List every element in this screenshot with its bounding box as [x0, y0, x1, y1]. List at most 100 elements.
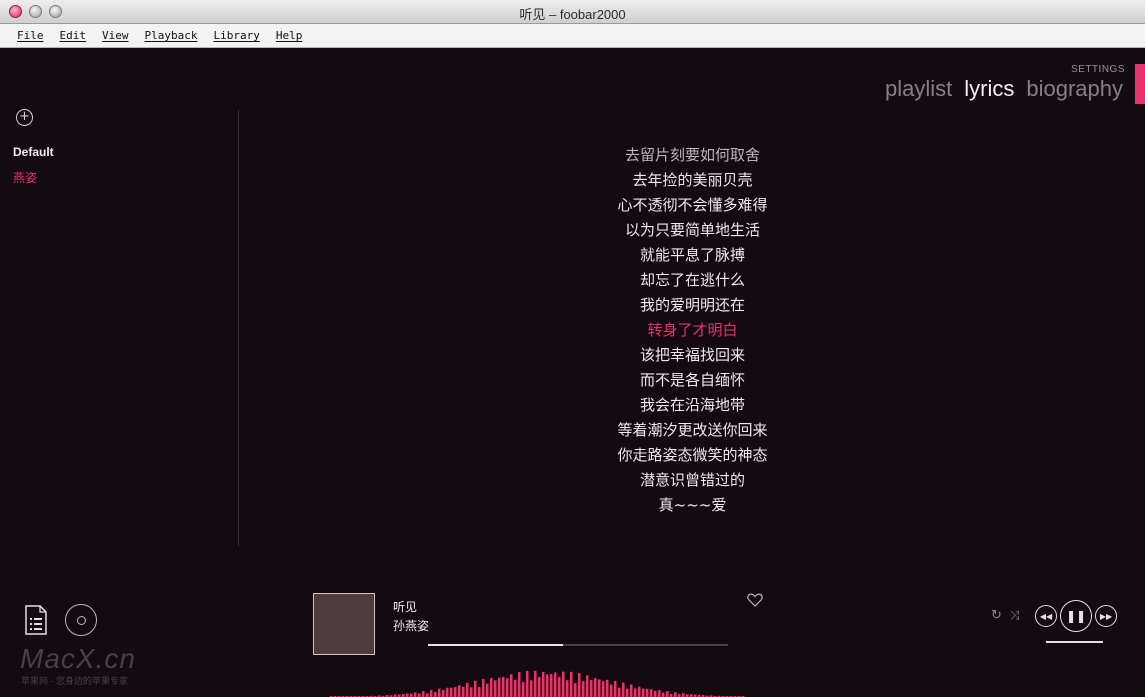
spectrum-bar — [506, 678, 509, 697]
menu-bar: File Edit View Playback Library Help — [0, 24, 1145, 48]
spectrum-bar — [682, 693, 685, 697]
spectrum-bar — [622, 682, 625, 697]
menu-library[interactable]: Library — [213, 29, 259, 42]
repeat-icon[interactable]: ↻ — [991, 608, 1002, 623]
spectrum-bar — [602, 681, 605, 697]
lyric-line: 该把幸福找回来 — [639, 346, 745, 364]
spectrum-bar — [438, 688, 441, 697]
spectrum-bar — [614, 680, 617, 697]
spectrum-bar — [654, 690, 657, 697]
spectrum-bar — [638, 686, 641, 697]
spectrum-bar — [494, 680, 497, 697]
track-artist[interactable]: 孙燕姿 — [393, 617, 429, 634]
spectrum-bar — [570, 671, 573, 697]
spectrum-bar — [554, 672, 557, 697]
previous-button[interactable]: ◀◀ — [1035, 605, 1057, 627]
spectrum-bar — [598, 679, 601, 697]
spectrum-bar — [630, 684, 633, 697]
spectrum-bar — [650, 689, 653, 697]
shuffle-icon[interactable]: ⤨ — [1010, 608, 1020, 623]
add-playlist-button[interactable]: + — [16, 109, 33, 126]
pause-icon: ❚❚ — [1065, 609, 1087, 623]
spectrum-bar — [442, 689, 445, 697]
volume-slider[interactable] — [1046, 641, 1103, 643]
playlist-icon[interactable] — [24, 605, 48, 635]
spectrum-bar — [462, 686, 465, 697]
spectrum-bar — [486, 683, 489, 697]
spectrum-bar — [642, 688, 645, 697]
seek-bar[interactable] — [428, 644, 728, 646]
spectrum-bar — [510, 674, 513, 697]
album-art — [313, 593, 375, 655]
menu-playback[interactable]: Playback — [145, 29, 198, 42]
spectrum-bar — [634, 688, 637, 697]
lyric-line: 潜意识曾错过的 — [639, 471, 745, 489]
menu-view[interactable]: View — [102, 29, 129, 42]
view-tabs: playlist lyrics biography — [885, 76, 1123, 102]
spectrum-bar — [626, 688, 629, 697]
spectrum-bar — [558, 676, 561, 697]
spectrum-bar — [526, 670, 529, 697]
watermark-logo: MacX.cn — [20, 643, 136, 674]
spectrum-bar — [466, 682, 469, 697]
main-area: SETTINGS playlist lyrics biography + Def… — [0, 48, 1145, 697]
menu-edit[interactable]: Edit — [60, 29, 87, 42]
spectrum-bar — [550, 673, 553, 697]
spectrum-bar — [490, 677, 493, 697]
playlist-item-default[interactable]: Default — [13, 145, 54, 159]
spectrum-bar — [474, 680, 477, 697]
spectrum-bar — [426, 693, 429, 697]
lyric-line: 真~~~爱 — [658, 496, 727, 514]
lyric-line: 我会在沿海地带 — [639, 396, 745, 414]
spectrum-bar — [582, 681, 585, 697]
spectrum-bar — [534, 670, 537, 697]
spectrum-bar — [458, 685, 461, 697]
heart-icon[interactable] — [747, 593, 763, 607]
tab-biography[interactable]: biography — [1026, 76, 1123, 102]
lyrics-panel: 去留片刻要如何取舍 去年捡的美丽贝壳 心不透彻不会懂多难得 以为只要简单地生活 就能平息… — [240, 143, 1145, 518]
next-button[interactable]: ▶▶ — [1095, 605, 1117, 627]
spectrum-bar — [502, 677, 505, 697]
accent-bar — [1135, 64, 1145, 104]
lyric-line: 去留片刻要如何取舍 — [624, 146, 760, 164]
plus-circle-icon: + — [19, 109, 30, 124]
disc-icon[interactable] — [65, 604, 97, 636]
lyric-line: 就能平息了脉搏 — [639, 246, 745, 264]
lyric-line: 以为只要简单地生活 — [624, 221, 760, 239]
spectrum-bar — [422, 691, 425, 697]
playlist-item-yanzi[interactable]: 燕姿 — [13, 169, 37, 186]
lyric-line: 你走路姿态微笑的神态 — [617, 446, 768, 464]
lyric-line: 去年捡的美丽贝壳 — [632, 171, 753, 189]
seek-bar-fill — [428, 644, 563, 646]
spectrum-bar — [606, 679, 609, 697]
spectrum-bar — [430, 689, 433, 697]
title-bar: 听见 – foobar2000 — [0, 0, 1145, 24]
spectrum-bar — [410, 693, 413, 697]
spectrum-bar — [450, 687, 453, 697]
spectrum-bar — [522, 681, 525, 697]
spectrum-bar — [514, 679, 517, 697]
spectrum-bar — [546, 674, 549, 697]
spectrum-bar — [434, 691, 437, 697]
spectrum-bar — [574, 683, 577, 697]
watermark-tagline: 苹果网 - 您身边的苹果专家 — [21, 676, 128, 686]
lyric-line-current: 转身了才明白 — [647, 321, 738, 339]
spectrum-bar — [498, 677, 501, 697]
spectrum-bar — [530, 680, 533, 697]
settings-link[interactable]: SETTINGS — [1071, 64, 1125, 75]
spectrum-bar — [594, 678, 597, 697]
spectrum-bar — [674, 692, 677, 697]
tab-lyrics[interactable]: lyrics — [964, 76, 1014, 102]
spectrum-bar — [542, 671, 545, 697]
spectrum-bar — [470, 687, 473, 697]
spectrum-bar — [590, 679, 593, 697]
menu-file[interactable]: File — [17, 29, 44, 42]
window-title: 听见 – foobar2000 — [519, 7, 626, 22]
spectrum-bar — [646, 688, 649, 697]
rewind-icon: ◀◀ — [1039, 611, 1053, 621]
lyric-line: 我的爱明明还在 — [639, 296, 745, 314]
lyric-line: 却忘了在逃什么 — [639, 271, 745, 289]
menu-help[interactable]: Help — [276, 29, 303, 42]
pause-button[interactable]: ❚❚ — [1060, 600, 1092, 632]
tab-playlist[interactable]: playlist — [885, 76, 952, 102]
